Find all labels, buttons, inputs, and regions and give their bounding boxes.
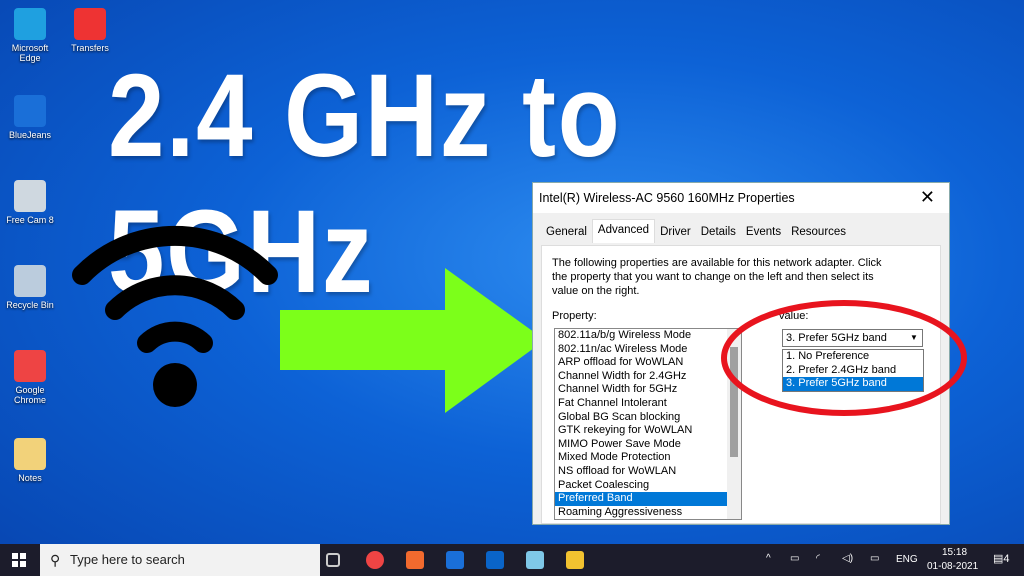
property-label: Property: <box>552 310 597 322</box>
search-icon: ⚲ <box>50 552 61 568</box>
edge-icon <box>14 8 46 40</box>
desktop-icon[interactable]: Notes <box>0 438 60 483</box>
outlook-taskbar-icon[interactable] <box>486 551 504 569</box>
desktop-icon[interactable]: Transfers <box>60 8 120 53</box>
property-item[interactable]: Channel Width for 5GHz <box>555 383 727 397</box>
notification-icon[interactable]: ▤4 <box>993 552 1010 565</box>
property-item[interactable]: Roaming Aggressiveness <box>555 506 727 519</box>
desktop-icon[interactable]: Google Chrome <box>0 350 60 405</box>
property-item[interactable]: Mixed Mode Protection <box>555 451 727 465</box>
property-item[interactable]: ARP offload for WoWLAN <box>555 356 727 370</box>
clock-date[interactable]: 01-08-2021 <box>927 561 978 572</box>
wifi-icon <box>72 225 278 407</box>
description: The following properties are available f… <box>552 257 882 297</box>
tab-driver[interactable]: Driver <box>655 222 696 243</box>
property-item[interactable]: Global BG Scan blocking <box>555 411 727 425</box>
chrome-taskbar-icon[interactable] <box>366 551 384 569</box>
property-list[interactable]: 802.11a/b/g Wireless Mode 802.11n/ac Wire… <box>554 328 742 520</box>
desktop-icon[interactable]: Microsoft Edge <box>0 8 60 63</box>
tab-events[interactable]: Events <box>741 222 786 243</box>
bluejeans-taskbar-icon[interactable] <box>446 551 464 569</box>
search-input[interactable]: ⚲ Type here to search <box>40 544 320 576</box>
property-item[interactable]: Preferred Band <box>555 492 727 506</box>
tab-general[interactable]: General <box>541 222 592 243</box>
wifi-tray-icon[interactable]: ◜ <box>816 553 820 564</box>
pdf-icon <box>74 8 106 40</box>
volume-icon[interactable]: ◁) <box>842 553 853 564</box>
desktop-icon[interactable]: BlueJeans <box>0 95 60 140</box>
display-icon[interactable]: ▭ <box>870 553 879 564</box>
task-view-icon[interactable] <box>326 553 340 567</box>
file-explorer-icon[interactable] <box>566 551 584 569</box>
dialog-title: Intel(R) Wireless-AC 9560 160MHz Propert… <box>539 191 795 205</box>
property-item[interactable]: Channel Width for 2.4GHz <box>555 370 727 384</box>
property-item[interactable]: NS offload for WoWLAN <box>555 465 727 479</box>
freecam-icon <box>14 180 46 212</box>
close-icon[interactable]: ✕ <box>920 187 935 208</box>
chevron-up-icon[interactable]: ^ <box>766 553 771 564</box>
app-taskbar-icon[interactable] <box>526 551 544 569</box>
language[interactable]: ENG <box>896 554 918 565</box>
desktop-icon[interactable]: Free Cam 8 <box>0 180 60 225</box>
property-item[interactable]: 802.11a/b/g Wireless Mode <box>555 329 727 343</box>
windows-start-icon[interactable] <box>12 553 26 567</box>
brave-taskbar-icon[interactable] <box>406 551 424 569</box>
taskbar: ⚲ Type here to search ^ ▭ ◜ ◁) ▭ ENG 15:1… <box>0 544 1024 576</box>
clock-time[interactable]: 15:18 <box>942 547 967 558</box>
arrow-icon <box>280 268 545 413</box>
tab-details[interactable]: Details <box>696 222 741 243</box>
property-item[interactable]: Packet Coalescing <box>555 479 727 493</box>
highlight-circle <box>721 300 967 416</box>
tab-resources[interactable]: Resources <box>786 222 851 243</box>
folder-icon <box>14 438 46 470</box>
chrome-icon <box>14 350 46 382</box>
property-item[interactable]: MIMO Power Save Mode <box>555 438 727 452</box>
property-item[interactable]: Fat Channel Intolerant <box>555 397 727 411</box>
tab-advanced[interactable]: Advanced <box>591 219 656 243</box>
bluejeans-icon <box>14 95 46 127</box>
property-item[interactable]: 802.11n/ac Wireless Mode <box>555 343 727 357</box>
battery-icon[interactable]: ▭ <box>790 553 799 564</box>
desktop-icon[interactable]: Recycle Bin <box>0 265 60 310</box>
recycle-bin-icon <box>14 265 46 297</box>
property-item[interactable]: GTK rekeying for WoWLAN <box>555 424 727 438</box>
